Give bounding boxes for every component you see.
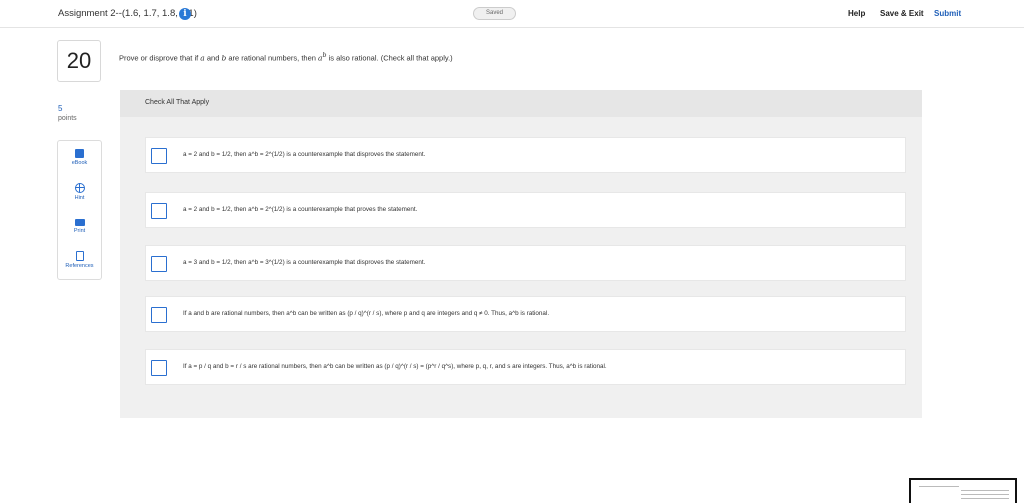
prompt-text: and [204,53,222,63]
ebook-button[interactable]: eBook [58,149,101,166]
answer-checkbox[interactable] [151,256,167,272]
info-icon[interactable]: i [179,8,191,20]
hint-button[interactable]: Hint [58,183,101,201]
submit-button[interactable]: Submit [934,9,961,18]
ebook-label: eBook [71,160,88,166]
answer-option-text: a = 2 and b = 1/2, then a^b = 2^(1/2) is… [183,206,418,213]
answer-option-text: If a = p / q and b = r / s are rational … [183,363,607,370]
lifebuoy-icon [74,183,85,193]
hint-label: Hint [74,195,85,201]
answer-panel: Check All That Apply a = 2 and b = 1/2, … [120,90,922,418]
references-label: References [65,263,94,269]
thumbnail-line [961,494,1009,495]
page-thumbnail[interactable] [909,478,1017,503]
answer-option[interactable]: If a and b are rational numbers, then a^… [145,296,906,332]
tools-panel: eBook Hint Print References [57,140,102,280]
answer-option-text: If a and b are rational numbers, then a^… [183,310,550,317]
print-button[interactable]: Print [58,217,101,234]
thumbnail-line [961,490,1009,491]
question-prompt: Prove or disprove that if a and b are ra… [119,52,453,63]
thumbnail-line [961,498,1009,499]
answer-checkbox[interactable] [151,360,167,376]
answer-option[interactable]: If a = p / q and b = r / s are rational … [145,349,906,385]
answer-option-text: a = 3 and b = 1/2, then a^b = 3^(1/2) is… [183,259,426,266]
points-label: points [58,115,77,122]
answer-checkbox[interactable] [151,203,167,219]
prompt-text: is also rational. (Check all that apply.… [326,53,453,63]
answer-option[interactable]: a = 2 and b = 1/2, then a^b = 2^(1/2) is… [145,192,906,228]
points-value: 5 [58,104,63,113]
references-button[interactable]: References [58,251,101,269]
prompt-text: Prove or disprove that if [119,53,201,63]
top-bar: Assignment 2--(1.6, 1.7, 1.8, 2.1) i Sav… [0,0,1024,28]
question-number: 20 [57,40,101,82]
answer-option[interactable]: a = 2 and b = 1/2, then a^b = 2^(1/2) is… [145,137,906,173]
printer-icon [74,219,85,226]
answer-option[interactable]: a = 3 and b = 1/2, then a^b = 3^(1/2) is… [145,245,906,281]
print-label: Print [73,228,86,234]
thumbnail-line [919,486,959,487]
help-button[interactable]: Help [848,9,865,18]
save-exit-button[interactable]: Save & Exit [880,9,924,18]
answer-checkbox[interactable] [151,148,167,164]
save-status-badge: Saved [473,7,516,20]
assignment-title: Assignment 2--(1.6, 1.7, 1.8, 2.1) [58,8,197,19]
check-all-instruction: Check All That Apply [145,99,210,106]
reference-icon [75,251,84,261]
answer-panel-header: Check All That Apply [120,90,922,117]
answer-option-text: a = 2 and b = 1/2, then a^b = 2^(1/2) is… [183,151,426,158]
answer-checkbox[interactable] [151,307,167,323]
book-icon [75,149,84,158]
prompt-text: are rational numbers, then [226,53,318,63]
